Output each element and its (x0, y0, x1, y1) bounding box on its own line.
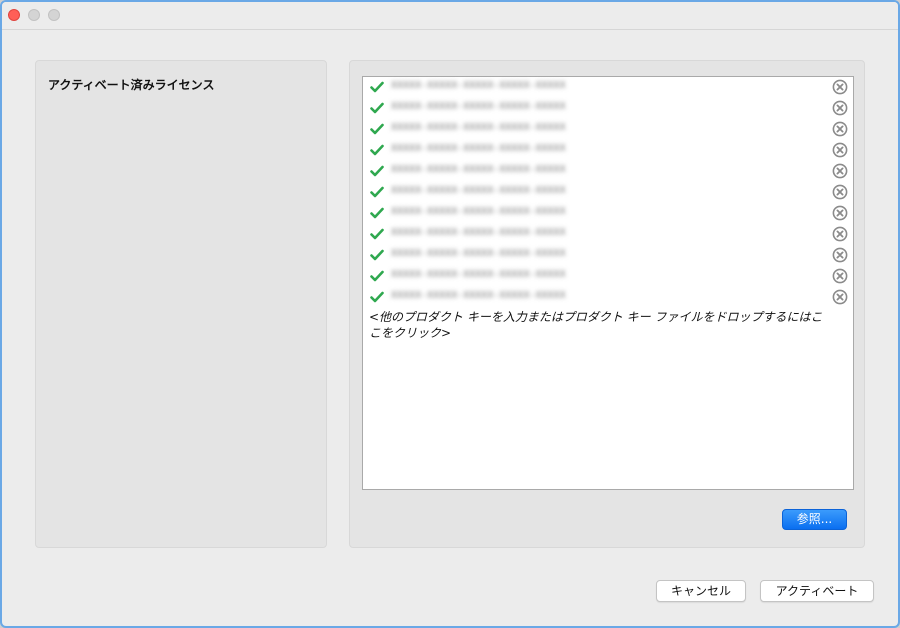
checkmark-icon (369, 289, 385, 305)
add-key-placeholder[interactable]: <他のプロダクト キーを入力またはプロダクト キー ファイルをドロップするにはこ… (369, 309, 829, 341)
product-key-text: XXXXX-XXXXX-XXXXX-XXXXX-XXXXX (391, 80, 566, 91)
key-row: XXXXX-XXXXX-XXXXX-XXXXX-XXXXX (363, 98, 853, 119)
key-row: XXXXX-XXXXX-XXXXX-XXXXX-XXXXX (363, 161, 853, 182)
product-key-text: XXXXX-XXXXX-XXXXX-XXXXX-XXXXX (391, 269, 566, 280)
checkmark-icon (369, 268, 385, 284)
remove-circle-icon[interactable] (832, 226, 848, 242)
browse-button[interactable]: 参照... (782, 509, 847, 530)
remove-circle-icon[interactable] (832, 163, 848, 179)
close-window-button[interactable] (8, 9, 20, 21)
key-row: XXXXX-XXXXX-XXXXX-XXXXX-XXXXX (363, 77, 853, 98)
remove-circle-icon[interactable] (832, 205, 848, 221)
minimize-window-button[interactable] (28, 9, 40, 21)
zoom-window-button[interactable] (48, 9, 60, 21)
product-key-text: XXXXX-XXXXX-XXXXX-XXXXX-XXXXX (391, 206, 566, 217)
product-key-text: XXXXX-XXXXX-XXXXX-XXXXX-XXXXX (391, 227, 566, 238)
product-key-text: XXXXX-XXXXX-XXXXX-XXXXX-XXXXX (391, 164, 566, 175)
checkmark-icon (369, 247, 385, 263)
checkmark-icon (369, 121, 385, 137)
checkmark-icon (369, 184, 385, 200)
product-key-text: XXXXX-XXXXX-XXXXX-XXXXX-XXXXX (391, 248, 566, 259)
key-row: XXXXX-XXXXX-XXXXX-XXXXX-XXXXX (363, 203, 853, 224)
key-row: XXXXX-XXXXX-XXXXX-XXXXX-XXXXX (363, 140, 853, 161)
activated-licenses-title: アクティベート済みライセンス (48, 78, 215, 92)
checkmark-icon (369, 205, 385, 221)
product-key-text: XXXXX-XXXXX-XXXXX-XXXXX-XXXXX (391, 143, 566, 154)
remove-circle-icon[interactable] (832, 142, 848, 158)
cancel-button[interactable]: キャンセル (656, 580, 746, 602)
product-key-text: XXXXX-XXXXX-XXXXX-XXXXX-XXXXX (391, 290, 566, 301)
activated-licenses-panel: アクティベート済みライセンス (35, 60, 327, 548)
remove-circle-icon[interactable] (832, 289, 848, 305)
key-row: XXXXX-XXXXX-XXXXX-XXXXX-XXXXX (363, 182, 853, 203)
checkmark-icon (369, 100, 385, 116)
key-row: XXXXX-XXXXX-XXXXX-XXXXX-XXXXX (363, 224, 853, 245)
key-row: XXXXX-XXXXX-XXXXX-XXXXX-XXXXX (363, 245, 853, 266)
checkmark-icon (369, 226, 385, 242)
remove-circle-icon[interactable] (832, 184, 848, 200)
key-row: XXXXX-XXXXX-XXXXX-XXXXX-XXXXX (363, 287, 853, 308)
key-row: XXXXX-XXXXX-XXXXX-XXXXX-XXXXX (363, 266, 853, 287)
product-key-text: XXXXX-XXXXX-XXXXX-XXXXX-XXXXX (391, 122, 566, 133)
checkmark-icon (369, 79, 385, 95)
checkmark-icon (369, 163, 385, 179)
key-row: XXXXX-XXXXX-XXXXX-XXXXX-XXXXX (363, 119, 853, 140)
product-key-list[interactable]: XXXXX-XXXXX-XXXXX-XXXXX-XXXXX XXXXX-XXXXX… (362, 76, 854, 490)
product-key-text: XXXXX-XXXXX-XXXXX-XXXXX-XXXXX (391, 101, 566, 112)
activate-button[interactable]: アクティベート (760, 580, 874, 602)
remove-circle-icon[interactable] (832, 247, 848, 263)
remove-circle-icon[interactable] (832, 268, 848, 284)
product-key-text: XXXXX-XXXXX-XXXXX-XXXXX-XXXXX (391, 185, 566, 196)
product-key-panel: XXXXX-XXXXX-XXXXX-XXXXX-XXXXX XXXXX-XXXXX… (349, 60, 865, 548)
remove-circle-icon[interactable] (832, 100, 848, 116)
remove-circle-icon[interactable] (832, 79, 848, 95)
checkmark-icon (369, 142, 385, 158)
license-window: アクティベート済みライセンス XXXXX-XXXXX-XXXXX-XXXXX-X… (0, 0, 900, 628)
remove-circle-icon[interactable] (832, 121, 848, 137)
title-bar (2, 2, 898, 30)
